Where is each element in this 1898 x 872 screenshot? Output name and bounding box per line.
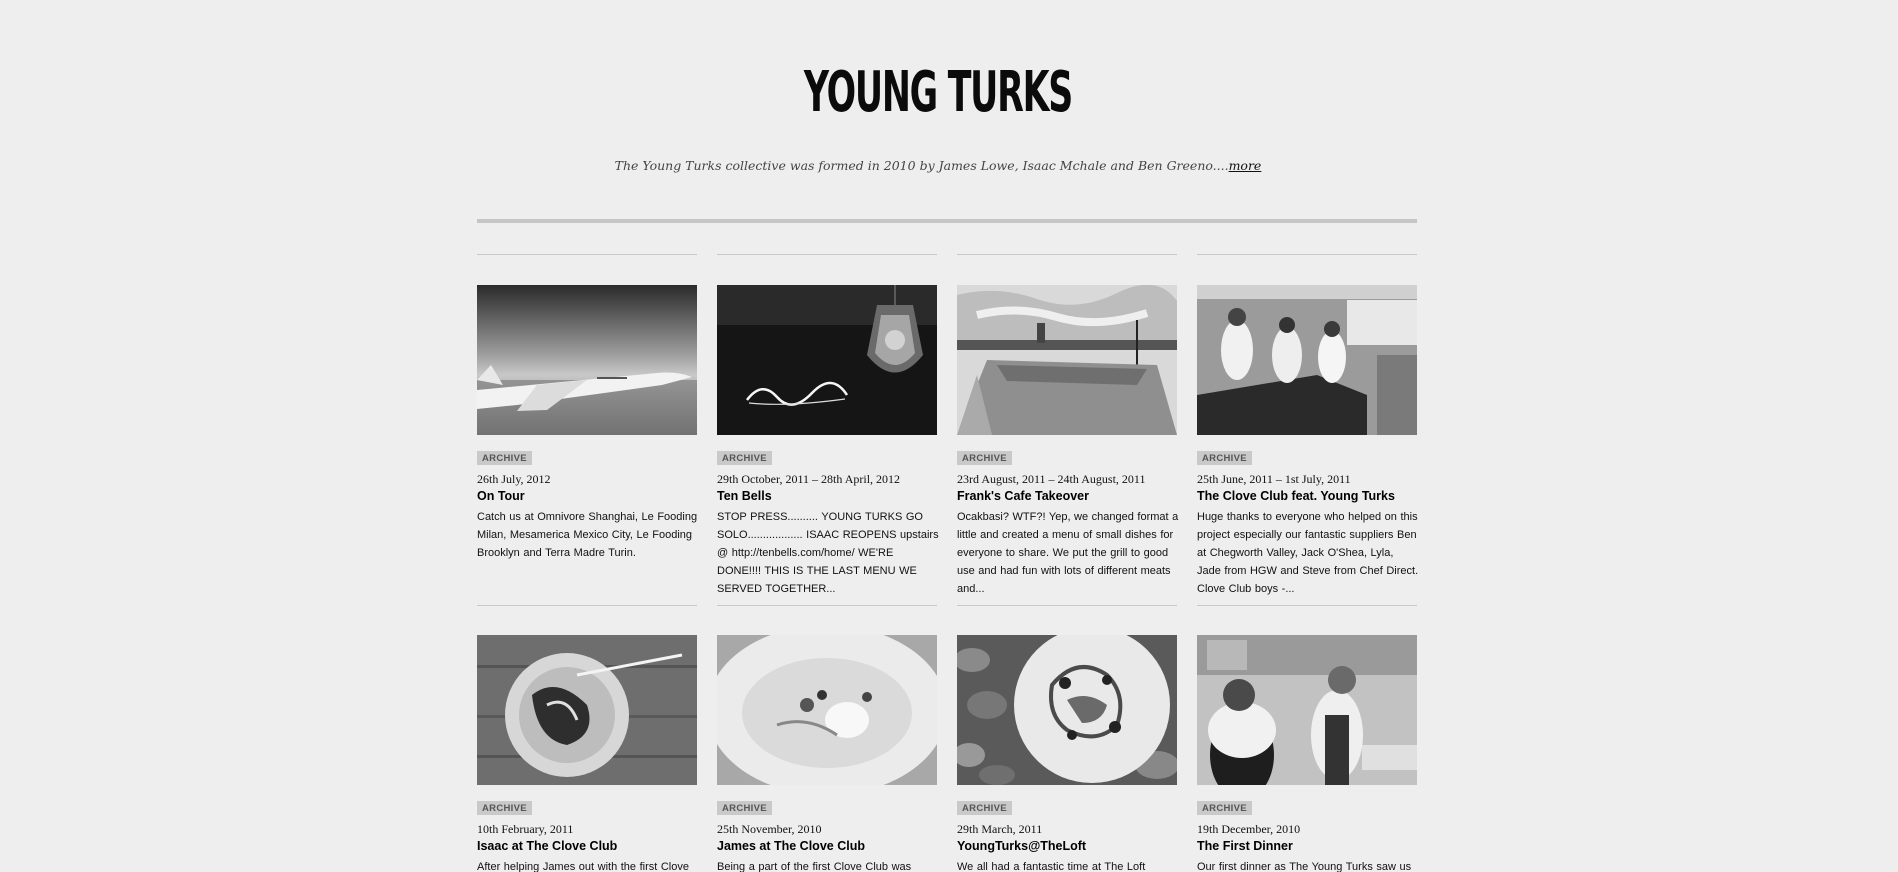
post-title[interactable]: Ten Bells	[717, 488, 937, 504]
post-date: 23rd August, 2011 – 24th August, 2011	[957, 472, 1146, 486]
category-badge[interactable]: ARCHIVE	[1197, 801, 1252, 815]
post-excerpt: After helping James out with the first C…	[477, 861, 689, 872]
plate-on-stones-image[interactable]	[957, 635, 1177, 785]
post-excerpt: Huge thanks to everyone who helped on th…	[1197, 511, 1419, 595]
card-divider	[957, 605, 1177, 606]
category-badge[interactable]: ARCHIVE	[717, 451, 772, 465]
post-excerpt: Ocakbasi? WTF?! Yep, we changed format a…	[957, 511, 1179, 595]
card-divider	[717, 254, 937, 255]
card-divider	[1197, 254, 1417, 255]
header-divider	[477, 219, 1417, 223]
chefs-kitchen-image[interactable]	[1197, 285, 1417, 435]
card-divider	[477, 605, 697, 606]
post-title[interactable]: The Clove Club feat. Young Turks	[1197, 488, 1417, 504]
rooftop-skyline-image[interactable]	[957, 285, 1177, 435]
post-title[interactable]: Isaac at The Clove Club	[477, 838, 697, 854]
post-date: 25th June, 2011 – 1st July, 2011	[1197, 472, 1351, 486]
concorde-plane-image[interactable]	[477, 285, 697, 435]
category-badge[interactable]: ARCHIVE	[957, 801, 1012, 815]
category-badge[interactable]: ARCHIVE	[717, 801, 772, 815]
page: YOUNG TURKS The Young Turks collective w…	[0, 0, 1898, 872]
post-excerpt: Catch us at Omnivore Shanghai, Le Foodin…	[477, 511, 698, 559]
post-title[interactable]: The First Dinner	[1197, 838, 1417, 854]
post-excerpt: Our first dinner as The Young Turks saw …	[1197, 861, 1412, 872]
post-date: 25th November, 2010	[717, 822, 822, 836]
more-link[interactable]: more	[1229, 158, 1262, 173]
chandelier-neon-image[interactable]	[717, 285, 937, 435]
card-divider	[477, 254, 697, 255]
post-excerpt: Being a part of the first Clove Club was…	[717, 861, 912, 872]
chefs-cooking-image[interactable]	[1197, 635, 1417, 785]
card-divider	[717, 605, 937, 606]
post-excerpt: STOP PRESS.......... YOUNG TURKS GO SOLO…	[717, 511, 939, 595]
post-title[interactable]: Frank's Cafe Takeover	[957, 488, 1177, 504]
category-badge[interactable]: ARCHIVE	[957, 451, 1012, 465]
site-tagline: The Young Turks collective was formed in…	[0, 157, 1876, 175]
card-divider	[1197, 605, 1417, 606]
post-date: 29th October, 2011 – 28th April, 2012	[717, 472, 901, 486]
post-title[interactable]: James at The Clove Club	[717, 838, 937, 854]
post-title[interactable]: YoungTurks@TheLoft	[957, 838, 1177, 854]
category-badge[interactable]: ARCHIVE	[1197, 451, 1252, 465]
category-badge[interactable]: ARCHIVE	[477, 801, 532, 815]
site-title[interactable]: YOUNG TURKS	[356, 58, 1519, 128]
plate-fork-image[interactable]	[477, 635, 697, 785]
tagline-text: The Young Turks collective was formed in…	[614, 158, 1229, 173]
card-divider	[957, 254, 1177, 255]
post-date: 26th July, 2012	[477, 472, 551, 486]
post-date: 19th December, 2010	[1197, 822, 1301, 836]
plated-dish-image[interactable]	[717, 635, 937, 785]
post-date: 10th February, 2011	[477, 822, 574, 836]
post-title[interactable]: On Tour	[477, 488, 697, 504]
post-excerpt: We all had a fantastic time at The Loft	[957, 861, 1146, 872]
post-date: 29th March, 2011	[957, 822, 1043, 836]
category-badge[interactable]: ARCHIVE	[477, 451, 532, 465]
